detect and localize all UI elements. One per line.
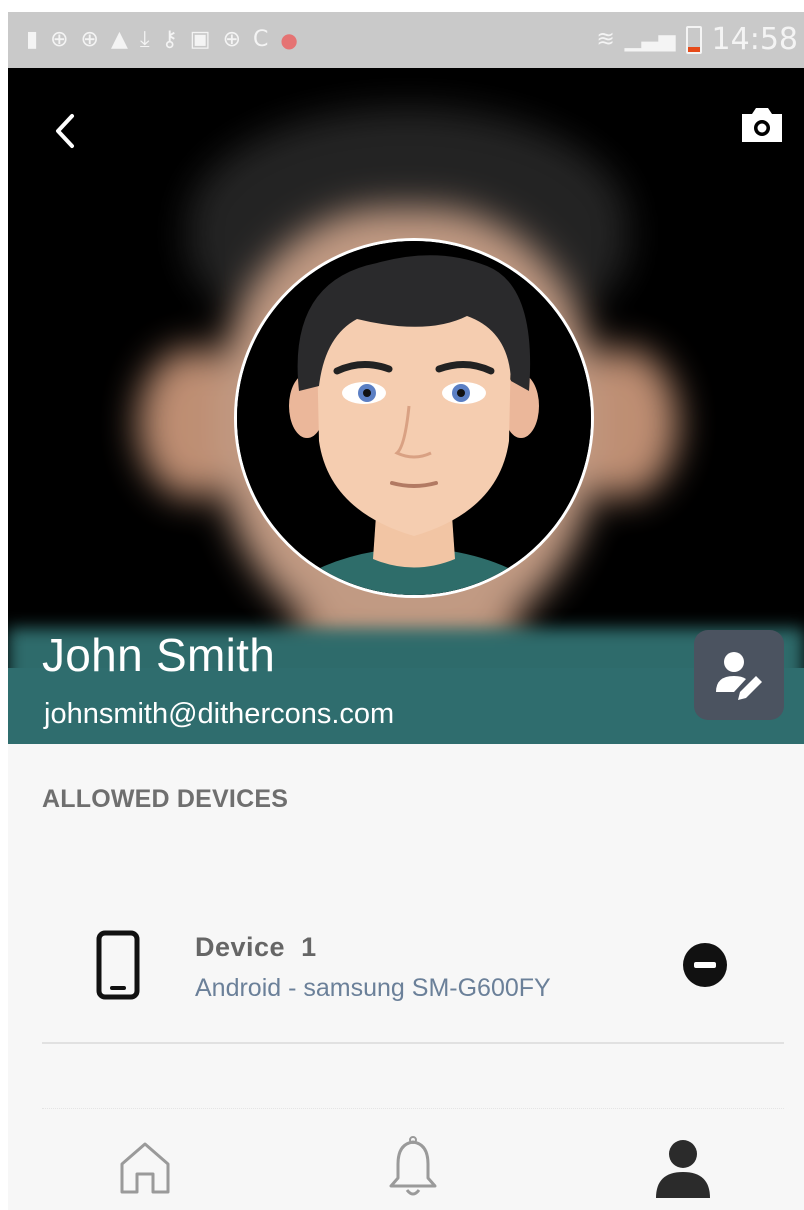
edit-profile-button[interactable] (694, 630, 784, 720)
profile-header: John Smith johnsmith@dithercons.com (8, 68, 804, 744)
tab-home[interactable] (110, 1134, 180, 1200)
divider (42, 1042, 784, 1044)
tabbar-divider (42, 1108, 784, 1110)
download-icon: ⤓ (139, 27, 150, 52)
status-time: 14:58 (711, 22, 798, 57)
back-button[interactable] (46, 106, 82, 156)
camera-icon (742, 108, 782, 142)
battery-icon (685, 25, 702, 54)
home-icon (120, 1142, 170, 1194)
avatar-image (237, 241, 591, 595)
app-icon: ⊕ (80, 27, 99, 52)
status-bar: ▮ ⊕ ⊕ ▲ ⤓ ⚷ ▣ ⊕ C ● ≋ ▁▃▅ 14:58 (8, 12, 804, 68)
chevron-left-icon (56, 114, 74, 148)
app-icon: ⊕ (222, 27, 241, 52)
edit-profile-icon (716, 652, 762, 700)
tab-notifications[interactable] (378, 1134, 448, 1200)
profile-name: John Smith (42, 629, 276, 681)
profile-icon (656, 1140, 710, 1198)
device-name: Device 1 (195, 932, 317, 962)
bell-icon (389, 1136, 437, 1196)
camera-button[interactable] (738, 100, 786, 148)
device-description: Android - samsung SM-G600FY (195, 974, 551, 1002)
bottom-tab-bar (8, 1116, 804, 1210)
app-icon: ⊕ (50, 27, 69, 52)
phone-icon (96, 930, 140, 1000)
remove-icon[interactable] (682, 942, 728, 988)
tab-profile[interactable] (648, 1134, 718, 1200)
battery-saver-icon: ▮ (26, 27, 39, 52)
image-icon: ▣ (189, 27, 211, 52)
red-app-icon: ● (280, 28, 298, 52)
allowed-devices-heading: ALLOWED DEVICES (42, 785, 289, 813)
warning-icon: ▲ (110, 27, 128, 52)
app-screen: ▮ ⊕ ⊕ ▲ ⤓ ⚷ ▣ ⊕ C ● ≋ ▁▃▅ 14:58 John Smi… (8, 12, 804, 1210)
system-icons: ≋ ▁▃▅ 14:58 (596, 22, 798, 57)
key-icon: ⚷ (161, 27, 178, 52)
profile-email: johnsmith@dithercons.com (44, 698, 395, 730)
device-list-item[interactable]: Device 1 Android - samsung SM-G600FY (8, 912, 804, 1022)
wifi-icon: ≋ (596, 27, 615, 52)
c-icon: C (253, 27, 269, 52)
notification-icons: ▮ ⊕ ⊕ ▲ ⤓ ⚷ ▣ ⊕ C ● (26, 25, 298, 55)
signal-icon: ▁▃▅ (624, 27, 676, 52)
avatar[interactable] (234, 238, 594, 598)
